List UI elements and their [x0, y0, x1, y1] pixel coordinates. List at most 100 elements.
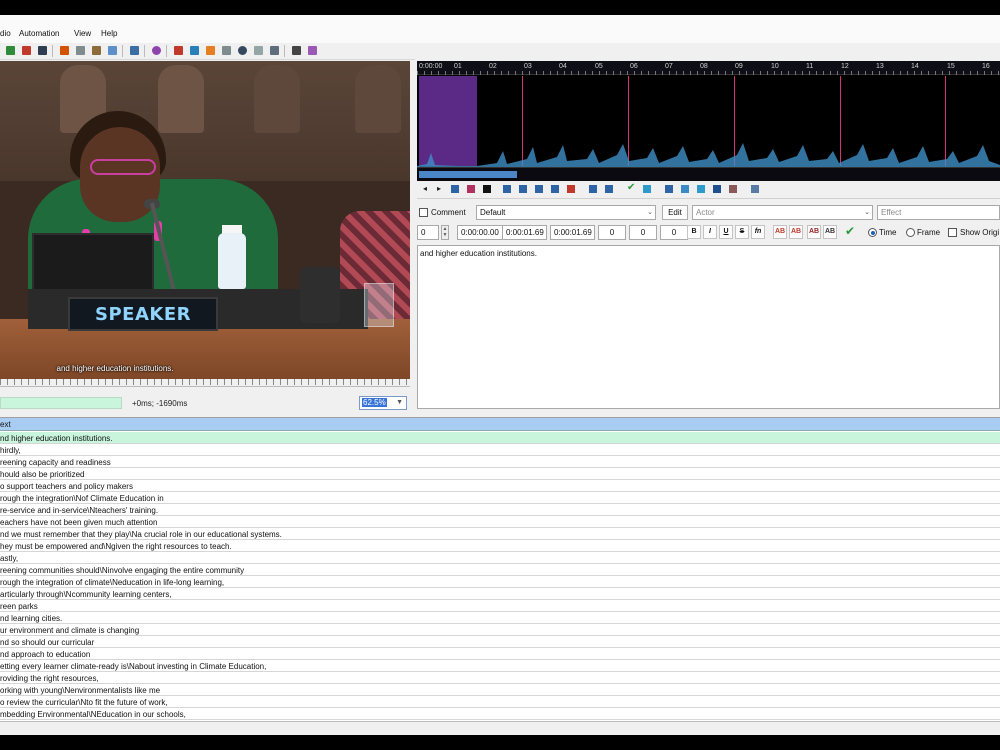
- grid-row[interactable]: nd approach to education: [0, 648, 1000, 660]
- attachments-icon[interactable]: [76, 46, 85, 55]
- video-zoom-select[interactable]: 62.5% ▼: [359, 396, 407, 410]
- grid-column-text[interactable]: ext: [0, 420, 11, 429]
- grid-row[interactable]: orking with young\Nenvironmentalists lik…: [0, 684, 1000, 696]
- properties-icon[interactable]: [22, 46, 31, 55]
- duration-field[interactable]: 0:00:01.69: [550, 225, 595, 240]
- next-line-icon[interactable]: ▸: [437, 184, 445, 193]
- styles-icon[interactable]: [60, 46, 69, 55]
- commit-check-icon[interactable]: ✔: [845, 224, 855, 238]
- comment-checkbox[interactable]: [419, 208, 428, 217]
- find-icon[interactable]: [92, 46, 101, 55]
- show-original-checkbox[interactable]: [948, 228, 957, 237]
- replace-icon[interactable]: [108, 46, 117, 55]
- lead-in-icon[interactable]: [589, 185, 597, 193]
- end-time-field[interactable]: 0:00:01.69: [502, 225, 547, 240]
- primary-color-button[interactable]: AB: [773, 225, 787, 239]
- menu-automation[interactable]: Automation: [19, 29, 59, 38]
- underline-button[interactable]: U: [719, 225, 733, 239]
- time-radio[interactable]: [868, 228, 877, 237]
- layer-field[interactable]: 0: [417, 225, 439, 240]
- grid-row[interactable]: roviding the right resources,: [0, 672, 1000, 684]
- font-button[interactable]: fn: [751, 225, 765, 239]
- grid-row[interactable]: etting every learner climate-ready is\Na…: [0, 660, 1000, 672]
- secondary-color-button[interactable]: AB: [789, 225, 803, 239]
- globe-icon[interactable]: [6, 46, 15, 55]
- grid-row[interactable]: reening capacity and readiness: [0, 456, 1000, 468]
- strikeout-button[interactable]: S: [735, 225, 749, 239]
- karaoke-icon[interactable]: [729, 185, 737, 193]
- shift-times-icon[interactable]: [130, 46, 139, 55]
- styling-assistant-icon[interactable]: [270, 46, 279, 55]
- outline-color-button[interactable]: AB: [807, 225, 821, 239]
- grid-row[interactable]: rough the integration\Nof Climate Educat…: [0, 492, 1000, 504]
- layer-spinner[interactable]: ▲ ▼: [441, 225, 449, 240]
- stop-icon[interactable]: [483, 185, 491, 193]
- style-select[interactable]: Default ⌄: [476, 205, 656, 220]
- grid-row[interactable]: o support teachers and policy makers: [0, 480, 1000, 492]
- grid-row[interactable]: astly,: [0, 552, 1000, 564]
- auto-scroll-icon[interactable]: [681, 185, 689, 193]
- menu-audio[interactable]: dio: [0, 29, 11, 38]
- margin-vertical-field[interactable]: 0: [660, 225, 688, 240]
- translation-assistant-icon[interactable]: [254, 46, 263, 55]
- grid-row[interactable]: articularly through\Ncommunity learning …: [0, 588, 1000, 600]
- prev-line-icon[interactable]: ◂: [423, 184, 431, 193]
- grid-row[interactable]: reening communities should\Ninvolve enga…: [0, 564, 1000, 576]
- play-begin-icon[interactable]: [519, 185, 527, 193]
- play-after-icon[interactable]: [551, 185, 559, 193]
- grid-row[interactable]: ur environment and climate is changing: [0, 624, 1000, 636]
- grid-row[interactable]: nd we must remember that they play\Na cr…: [0, 528, 1000, 540]
- actor-select[interactable]: Actor ⌄: [692, 205, 873, 220]
- italic-button[interactable]: I: [703, 225, 717, 239]
- kanji-timer-icon[interactable]: [206, 46, 215, 55]
- clock-icon[interactable]: [238, 46, 247, 55]
- frame-radio[interactable]: [906, 228, 915, 237]
- grid-row[interactable]: hould also be prioritized: [0, 468, 1000, 480]
- margin-left-field[interactable]: 0: [598, 225, 626, 240]
- automation-icon[interactable]: [152, 46, 161, 55]
- grid-row[interactable]: o review the curricular\Nto fit the futu…: [0, 696, 1000, 708]
- grid-row[interactable]: mbedding Environmental\NEducation in our…: [0, 708, 1000, 720]
- grid-row[interactable]: hey must be empowered and\Ngiven the rig…: [0, 540, 1000, 552]
- menu-view[interactable]: View: [74, 29, 91, 38]
- grid-row[interactable]: hirdly,: [0, 444, 1000, 456]
- tools-icon[interactable]: [292, 46, 301, 55]
- grid-row[interactable]: nd higher education institutions.: [0, 432, 1000, 444]
- video-position-field[interactable]: [0, 397, 122, 409]
- spectrum-icon[interactable]: [713, 185, 721, 193]
- play-line-icon[interactable]: [467, 185, 475, 193]
- edit-style-button[interactable]: Edit: [662, 205, 688, 220]
- play-before-icon[interactable]: [503, 185, 511, 193]
- info-icon[interactable]: [308, 46, 317, 55]
- play-to-end-icon[interactable]: [567, 185, 575, 193]
- audio-scrollbar[interactable]: [417, 167, 1000, 181]
- timing-post-processor-icon[interactable]: [190, 46, 199, 55]
- video-display[interactable]: SPEAKER and higher education institution…: [0, 61, 410, 379]
- resample-icon[interactable]: [174, 46, 183, 55]
- lead-out-icon[interactable]: [605, 185, 613, 193]
- audio-scroll-thumb[interactable]: [419, 171, 517, 178]
- subtitle-text-editor[interactable]: and higher education institutions.: [417, 245, 1000, 409]
- grid-row[interactable]: reen parks: [0, 600, 1000, 612]
- grid-row[interactable]: rough the integration of climate\Neducat…: [0, 576, 1000, 588]
- go-to-icon[interactable]: [643, 185, 651, 193]
- grid-row[interactable]: eachers have not been given much attenti…: [0, 516, 1000, 528]
- shadow-color-button[interactable]: AB: [823, 225, 837, 239]
- zoom-icon[interactable]: [665, 185, 673, 193]
- spell-check-icon[interactable]: [222, 46, 231, 55]
- grid-scrollbar[interactable]: [0, 721, 1000, 735]
- grid-row[interactable]: nd so should our curricular: [0, 636, 1000, 648]
- audio-options-icon[interactable]: [751, 185, 759, 193]
- start-time-field[interactable]: 0:00:00.00: [457, 225, 503, 240]
- play-selection-icon[interactable]: [451, 185, 459, 193]
- margin-right-field[interactable]: 0: [629, 225, 657, 240]
- commit-icon[interactable]: ✔: [627, 182, 635, 193]
- auto-commit-icon[interactable]: [697, 185, 705, 193]
- effect-field[interactable]: Effect: [877, 205, 1000, 220]
- bold-button[interactable]: B: [687, 225, 701, 239]
- grid-row[interactable]: nd learning cities.: [0, 612, 1000, 624]
- audio-display[interactable]: 0:00:00 01 02 03 04 05 06 07 08 09 10 11…: [417, 61, 1000, 181]
- grid-row[interactable]: re-service and in-service\Nteachers' tra…: [0, 504, 1000, 516]
- fonts-icon[interactable]: [38, 46, 47, 55]
- play-end-icon[interactable]: [535, 185, 543, 193]
